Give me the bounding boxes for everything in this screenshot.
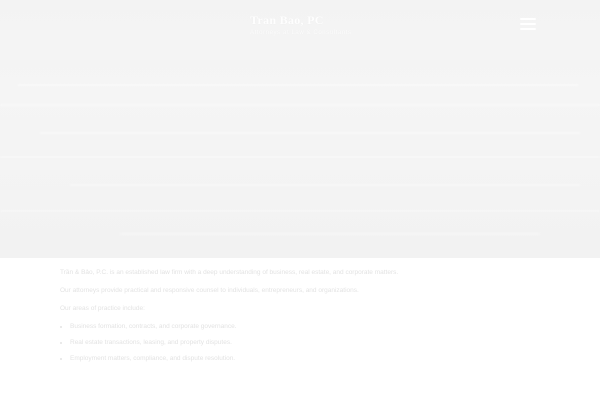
- hero-streak: [40, 132, 580, 134]
- hero-streak: [120, 233, 540, 235]
- hero-streak: [18, 84, 578, 86]
- site-logo[interactable]: Tran Bao, PC Attorneys at Law & Consulta…: [250, 14, 370, 36]
- hero-banner: Tran Bao, PC Attorneys at Law & Consulta…: [0, 0, 600, 258]
- hamburger-line: [520, 23, 536, 25]
- logo-tagline: Attorneys at Law & Consultants: [250, 30, 352, 36]
- hamburger-menu-icon[interactable]: [520, 16, 536, 30]
- list-item: Business formation, contracts, and corpo…: [70, 322, 545, 332]
- hero-streak: [0, 210, 600, 212]
- hero-streak: [0, 156, 600, 158]
- list-item: Employment matters, compliance, and disp…: [70, 354, 545, 364]
- list-item: Real estate transactions, leasing, and p…: [70, 338, 545, 348]
- hero-streak: [70, 184, 580, 186]
- logo-text: Tran Bao, PC: [250, 13, 324, 27]
- main-content: Trần & Bảo, P.C. is an established law f…: [60, 268, 545, 370]
- hamburger-line: [520, 18, 536, 20]
- hero-streak: [0, 104, 600, 106]
- page: Tran Bao, PC Attorneys at Law & Consulta…: [0, 0, 600, 400]
- intro-paragraph: Trần & Bảo, P.C. is an established law f…: [60, 269, 399, 276]
- section-heading: Our areas of practice include:: [60, 305, 145, 312]
- intro-paragraph: Our attorneys provide practical and resp…: [60, 287, 359, 294]
- hamburger-line: [520, 28, 536, 30]
- practice-areas-list: Business formation, contracts, and corpo…: [60, 322, 545, 364]
